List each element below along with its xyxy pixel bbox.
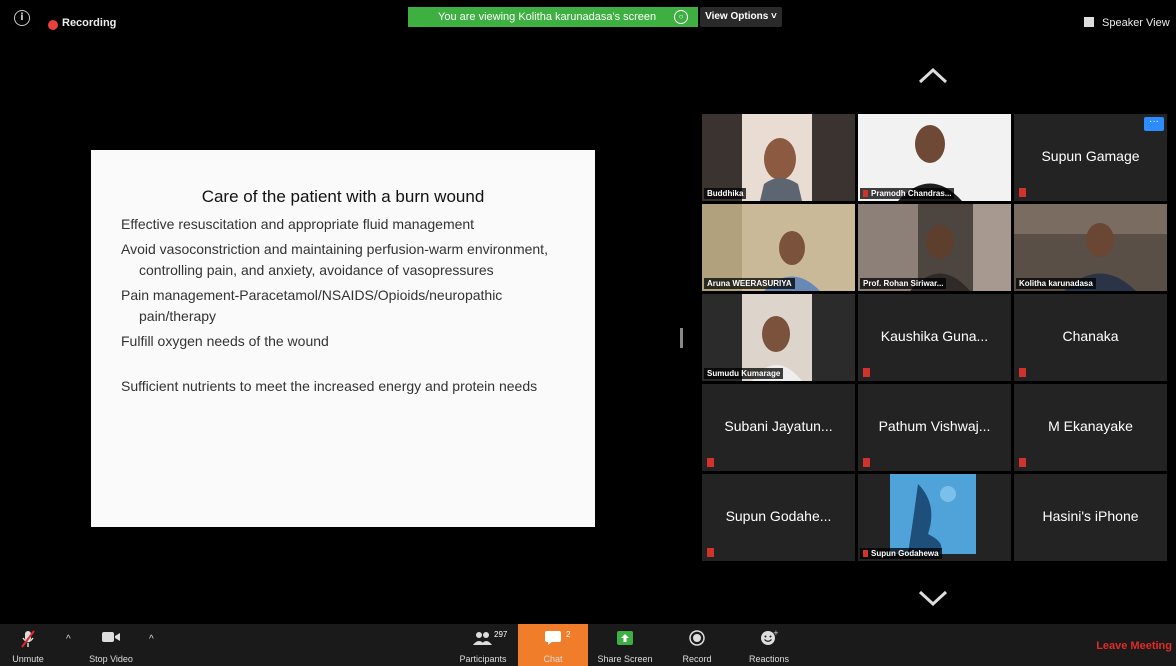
slide-bullet: Fulfill oxygen needs of the wound: [121, 333, 329, 349]
participant-name-text: Pramodh Chandras...: [871, 189, 952, 198]
participant-name: M Ekanayake: [1048, 418, 1133, 434]
more-options-button[interactable]: ···: [1144, 117, 1164, 131]
record-label: Record: [682, 654, 712, 664]
speaker-view-button[interactable]: Speaker View: [1084, 17, 1170, 29]
participant-name: Supun Godahe...: [725, 508, 832, 524]
viewing-screen-banner: You are viewing Kolitha karunadasa's scr…: [408, 7, 698, 27]
participant-tile[interactable]: Aruna WEERASURIYA: [702, 204, 855, 291]
muted-mic-icon: [21, 630, 35, 648]
participant-name: Kaushika Guna...: [880, 328, 989, 344]
slide-bullet: Pain management-Paracetamol/NSAIDS/Opioi…: [121, 287, 503, 324]
participant-tile[interactable]: Supun Godahe...: [702, 474, 855, 561]
top-bar: i Recording You are viewing Kolitha karu…: [0, 0, 1176, 50]
participant-name: Subani Jayatun...: [724, 418, 833, 434]
participants-label: Participants: [459, 654, 507, 664]
muted-mic-icon: [863, 550, 868, 557]
participant-tile[interactable]: Pramodh Chandras...: [858, 114, 1011, 201]
reactions-smiley-icon: +: [761, 630, 778, 645]
speaker-view-icon: [1084, 17, 1094, 27]
participant-name: Chanaka: [1062, 328, 1119, 344]
audio-options-chevron-icon[interactable]: ^: [66, 634, 71, 645]
shared-slide: Care of the patient with a burn wound Ef…: [91, 150, 595, 527]
slide-bullet: Avoid vasoconstriction and maintaining p…: [121, 241, 548, 278]
panel-resize-handle[interactable]: [680, 328, 683, 348]
leave-meeting-button[interactable]: Leave Meeting: [1096, 640, 1172, 652]
participant-name: Pathum Vishwaj...: [878, 418, 991, 434]
muted-mic-icon: [1019, 368, 1026, 377]
muted-mic-icon: [707, 548, 714, 557]
meeting-toolbar: Unmute ^ Stop Video ^ 297 Participants 2…: [0, 624, 1176, 666]
participant-name-text: Supun Godahewa: [871, 549, 939, 558]
participant-tile-active-speaker[interactable]: Kolitha karunadasa: [1014, 204, 1167, 291]
muted-mic-icon: [1019, 458, 1026, 467]
stop-video-button[interactable]: Stop Video: [86, 624, 136, 666]
chat-unread-count: 2: [566, 630, 571, 639]
participant-gallery: Buddhika Pramodh Chandras... ··· Supun G…: [702, 114, 1168, 562]
video-camera-icon: [102, 632, 120, 642]
participant-tile[interactable]: Kaushika Guna...: [858, 294, 1011, 381]
chat-bubble-icon: [545, 631, 561, 645]
scroll-down-arrow-icon[interactable]: [916, 588, 950, 608]
participant-tile[interactable]: Prof. Rohan Siriwar...: [858, 204, 1011, 291]
scroll-up-arrow-icon[interactable]: [916, 66, 950, 86]
participant-tile[interactable]: Hasini's iPhone: [1014, 474, 1167, 561]
participant-name: Prof. Rohan Siriwar...: [860, 278, 947, 289]
muted-mic-icon: [863, 190, 868, 197]
participant-name: Kolitha karunadasa: [1016, 278, 1096, 289]
slide-bullet: Sufficient nutrients to meet the increas…: [121, 378, 538, 394]
participant-tile[interactable]: Sumudu Kumarage: [702, 294, 855, 381]
stop-video-label: Stop Video: [89, 654, 133, 664]
view-options-button[interactable]: View Options ˅: [700, 7, 782, 27]
chat-button[interactable]: 2 Chat: [518, 624, 588, 666]
chat-label: Chat: [543, 654, 563, 664]
participant-name: Buddhika: [704, 188, 747, 199]
participants-icon: [473, 632, 492, 645]
participant-tile[interactable]: Buddhika: [702, 114, 855, 201]
share-screen-button[interactable]: Share Screen: [590, 624, 660, 666]
reactions-label: Reactions: [748, 654, 790, 664]
record-button[interactable]: Record: [672, 624, 722, 666]
speaker-view-label: Speaker View: [1102, 17, 1170, 29]
muted-mic-icon: [1019, 188, 1026, 197]
unmute-button[interactable]: Unmute: [8, 624, 48, 666]
banner-chevron-icon[interactable]: ○: [674, 10, 688, 24]
participants-count: 297: [494, 630, 508, 639]
unmute-label: Unmute: [12, 654, 44, 664]
svg-text:+: +: [773, 630, 778, 637]
recording-label[interactable]: Recording: [62, 17, 116, 29]
viewing-screen-text: You are viewing Kolitha karunadasa's scr…: [438, 11, 657, 23]
video-options-chevron-icon[interactable]: ^: [149, 634, 154, 645]
muted-mic-icon: [863, 458, 870, 467]
reactions-button[interactable]: + Reactions: [736, 624, 802, 666]
participant-tile[interactable]: Chanaka: [1014, 294, 1167, 381]
participant-name: Supun Godahewa: [860, 548, 942, 559]
slide-body: Effective resuscitation and appropriate …: [121, 214, 581, 401]
participant-name: Supun Gamage: [1041, 148, 1140, 164]
share-screen-icon: [617, 631, 633, 645]
view-options-label: View Options: [705, 11, 769, 22]
participant-tile[interactable]: Supun Godahewa: [858, 474, 1011, 561]
slide-bullet: Effective resuscitation and appropriate …: [121, 216, 475, 232]
participant-tile[interactable]: M Ekanayake: [1014, 384, 1167, 471]
participant-tile[interactable]: ··· Supun Gamage: [1014, 114, 1167, 201]
slide-title: Care of the patient with a burn wound: [201, 187, 485, 206]
participant-tile[interactable]: Pathum Vishwaj...: [858, 384, 1011, 471]
muted-mic-icon: [863, 368, 870, 377]
record-icon: [689, 630, 705, 646]
share-screen-label: Share Screen: [597, 654, 653, 664]
participant-name: Hasini's iPhone: [1042, 508, 1139, 524]
participant-name: Sumudu Kumarage: [704, 368, 784, 379]
recording-dot-icon: [48, 20, 58, 30]
participant-name: Pramodh Chandras...: [860, 188, 955, 199]
muted-mic-icon: [707, 458, 714, 467]
info-icon[interactable]: i: [14, 10, 30, 26]
participant-tile[interactable]: Subani Jayatun...: [702, 384, 855, 471]
participants-button[interactable]: 297 Participants: [450, 624, 516, 666]
participant-name: Aruna WEERASURIYA: [704, 278, 795, 289]
